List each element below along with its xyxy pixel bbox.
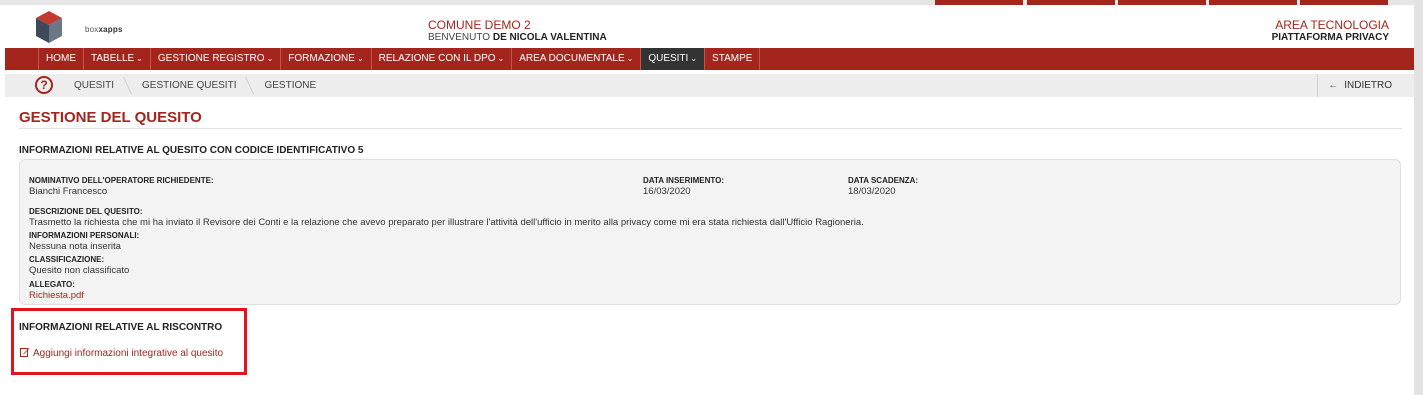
personal-info-label: INFORMAZIONI PERSONALI: [29,231,140,240]
operator-field: NOMINATIVO DELL'OPERATORE RICHIEDENTE: B… [29,176,214,197]
chevron-down-icon: ⌄ [626,54,634,63]
add-integrative-info-label: Aggiungi informazioni integrative al que… [33,348,224,359]
nav-item-quesiti[interactable]: QUESITI ⌄ [641,48,706,70]
add-integrative-info-link[interactable]: Aggiungi informazioni integrative al que… [20,347,223,359]
attachment-field: ALLEGATO: Richiesta.pdf [29,280,84,301]
area-name: AREA TECNOLOGIA [1275,18,1389,32]
quesito-info-panel: NOMINATIVO DELL'OPERATORE RICHIEDENTE: B… [19,159,1401,305]
nav-item-relazione-dpo[interactable]: RELAZIONE CON IL DPO ⌄ [372,48,513,70]
attachment-label: ALLEGATO: [29,280,75,289]
operator-value: Bianchi Francesco [29,186,108,197]
cube-logo-icon [36,11,62,43]
page-title: GESTIONE DEL QUESITO [19,109,202,126]
comune-name: COMUNE DEMO 2 [428,18,531,32]
back-button-label: INDIETRO [1344,80,1392,91]
inserted-date-label: DATA INSERIMENTO: [643,176,725,185]
nav-item-home[interactable]: HOME [38,48,84,70]
classification-value: Quesito non classificato [29,265,130,276]
description-label: DESCRIZIONE DEL QUESITO: [29,207,143,216]
breadcrumb-item-quesiti[interactable]: QUESITI [60,74,128,97]
chevron-down-icon: ⌄ [136,54,143,63]
inserted-date-field: DATA INSERIMENTO: 16/03/2020 [643,176,724,197]
riscontro-heading: INFORMAZIONI RELATIVE AL RISCONTRO [19,322,223,333]
operator-label: NOMINATIVO DELL'OPERATORE RICHIEDENTE: [29,176,214,185]
nav-item-tabelle[interactable]: TABELLE ⌄ [84,48,151,70]
inserted-date-value: 16/03/2020 [643,186,691,197]
help-icon[interactable]: ? [35,76,53,94]
nav-menu: HOME TABELLE ⌄ GESTIONE REGISTRO ⌄ FORMAZI… [38,48,761,70]
classification-field: CLASSIFICAZIONE: Quesito non classificat… [29,255,129,276]
classification-label: CLASSIFICAZIONE: [29,255,105,264]
platform-name: PIATTAFORMA PRIVACY [1271,32,1389,43]
nav-item-area-documentale[interactable]: AREA DOCUMENTALE ⌄ [512,48,642,70]
main-navbar: HOME TABELLE ⌄ GESTIONE REGISTRO ⌄ FORMAZI… [5,48,1414,70]
title-divider [19,128,1402,129]
arrow-left-icon: ← [1328,80,1339,91]
chevron-down-icon: ⌄ [356,54,364,63]
quesito-info-heading: INFORMAZIONI RELATIVE AL QUESITO CON COD… [19,145,364,156]
breadcrumb-item-gestione: GESTIONE [264,80,317,91]
logo-wordmark: boxxapps [85,25,123,34]
deadline-date-value: 18/03/2020 [848,186,896,197]
nav-item-formazione[interactable]: FORMAZIONE ⌄ [281,48,372,70]
highlight-annotation [11,308,247,375]
edit-icon [20,348,30,357]
breadcrumb-items: QUESITI GESTIONE QUESITI GESTIONE [60,74,330,97]
attachment-link[interactable]: Richiesta.pdf [29,290,84,301]
welcome-text: BENVENUTO DE NICOLA VALENTINA [428,32,607,43]
breadcrumb: ? QUESITI GESTIONE QUESITI GESTIONE ← IND… [5,74,1414,97]
chevron-down-icon: ⌄ [497,54,505,63]
chevron-down-icon: ⌄ [266,54,274,63]
user-name: DE NICOLA VALENTINA [492,32,607,43]
breadcrumb-item-gestione-quesiti[interactable]: GESTIONE QUESITI [128,74,250,97]
description-value: Trasmetto la richiesta che mi ha inviato… [29,217,864,228]
nav-item-stampe[interactable]: STAMPE [705,48,761,70]
scrollbar-gutter[interactable] [1414,0,1423,395]
deadline-date-field: DATA SCADENZA: 18/03/2020 [848,176,918,197]
personal-info-field: INFORMAZIONI PERSONALI: Nessuna nota ins… [29,231,139,252]
app-header: boxxapps COMUNE DEMO 2 BENVENUTO DE NICO… [5,5,1414,48]
chevron-down-icon: ⌄ [690,54,698,63]
personal-info-value: Nessuna nota inserita [29,241,121,252]
boxxapps-logo[interactable]: boxxapps [35,8,122,48]
deadline-date-label: DATA SCADENZA: [848,176,919,185]
description-field: DESCRIZIONE DEL QUESITO: Trasmetto la ri… [29,207,1379,228]
back-button[interactable]: ← INDIETRO [1317,74,1414,97]
nav-item-gestione-registro[interactable]: GESTIONE REGISTRO ⌄ [151,48,282,70]
